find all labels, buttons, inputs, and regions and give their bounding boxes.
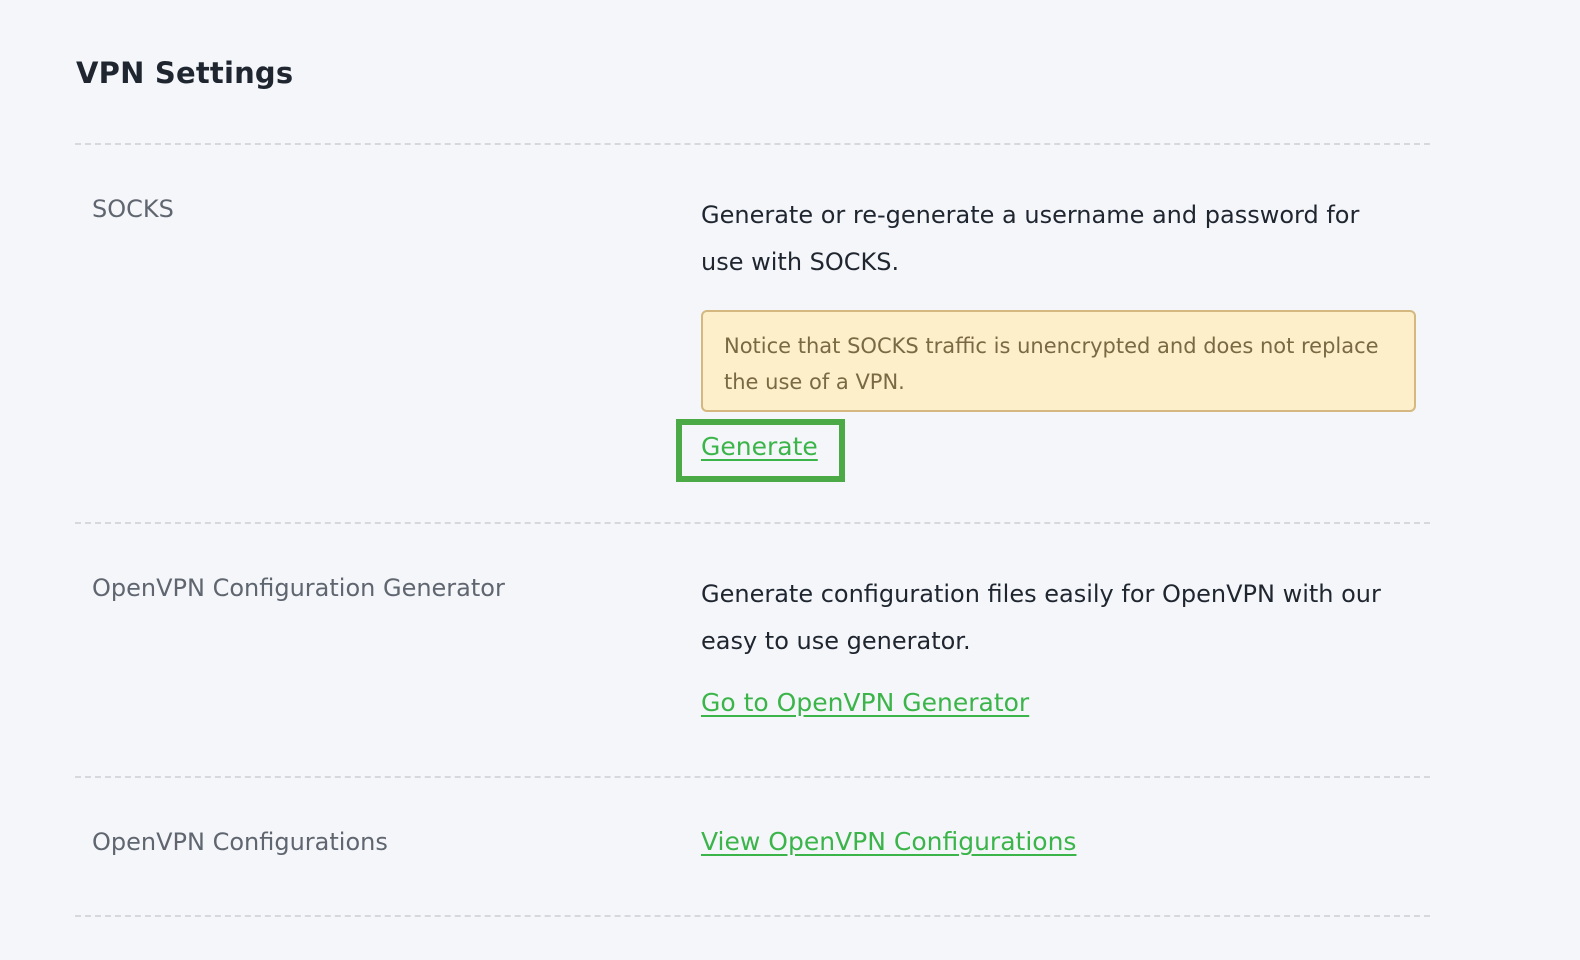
section-divider [75,776,1430,778]
vpn-settings-page: VPN Settings SOCKS Generate or re-genera… [0,0,1580,960]
socks-label: SOCKS [92,195,174,223]
socks-description: Generate or re-generate a username and p… [701,201,1360,276]
page-title: VPN Settings [76,56,294,90]
openvpn-generator-description: Generate configuration files easily for … [701,580,1381,655]
openvpn-configurations-label: OpenVPN Configurations [92,828,388,856]
generate-link[interactable]: Generate [701,432,818,461]
go-to-openvpn-generator-link[interactable]: Go to OpenVPN Generator [701,688,1029,717]
section-divider [75,143,1430,145]
openvpn-generator-label: OpenVPN Configuration Generator [92,574,505,602]
section-divider [75,522,1430,524]
socks-notice: Notice that SOCKS traffic is unencrypted… [701,310,1416,412]
section-divider [75,915,1430,917]
view-openvpn-configurations-link[interactable]: View OpenVPN Configurations [701,827,1076,856]
